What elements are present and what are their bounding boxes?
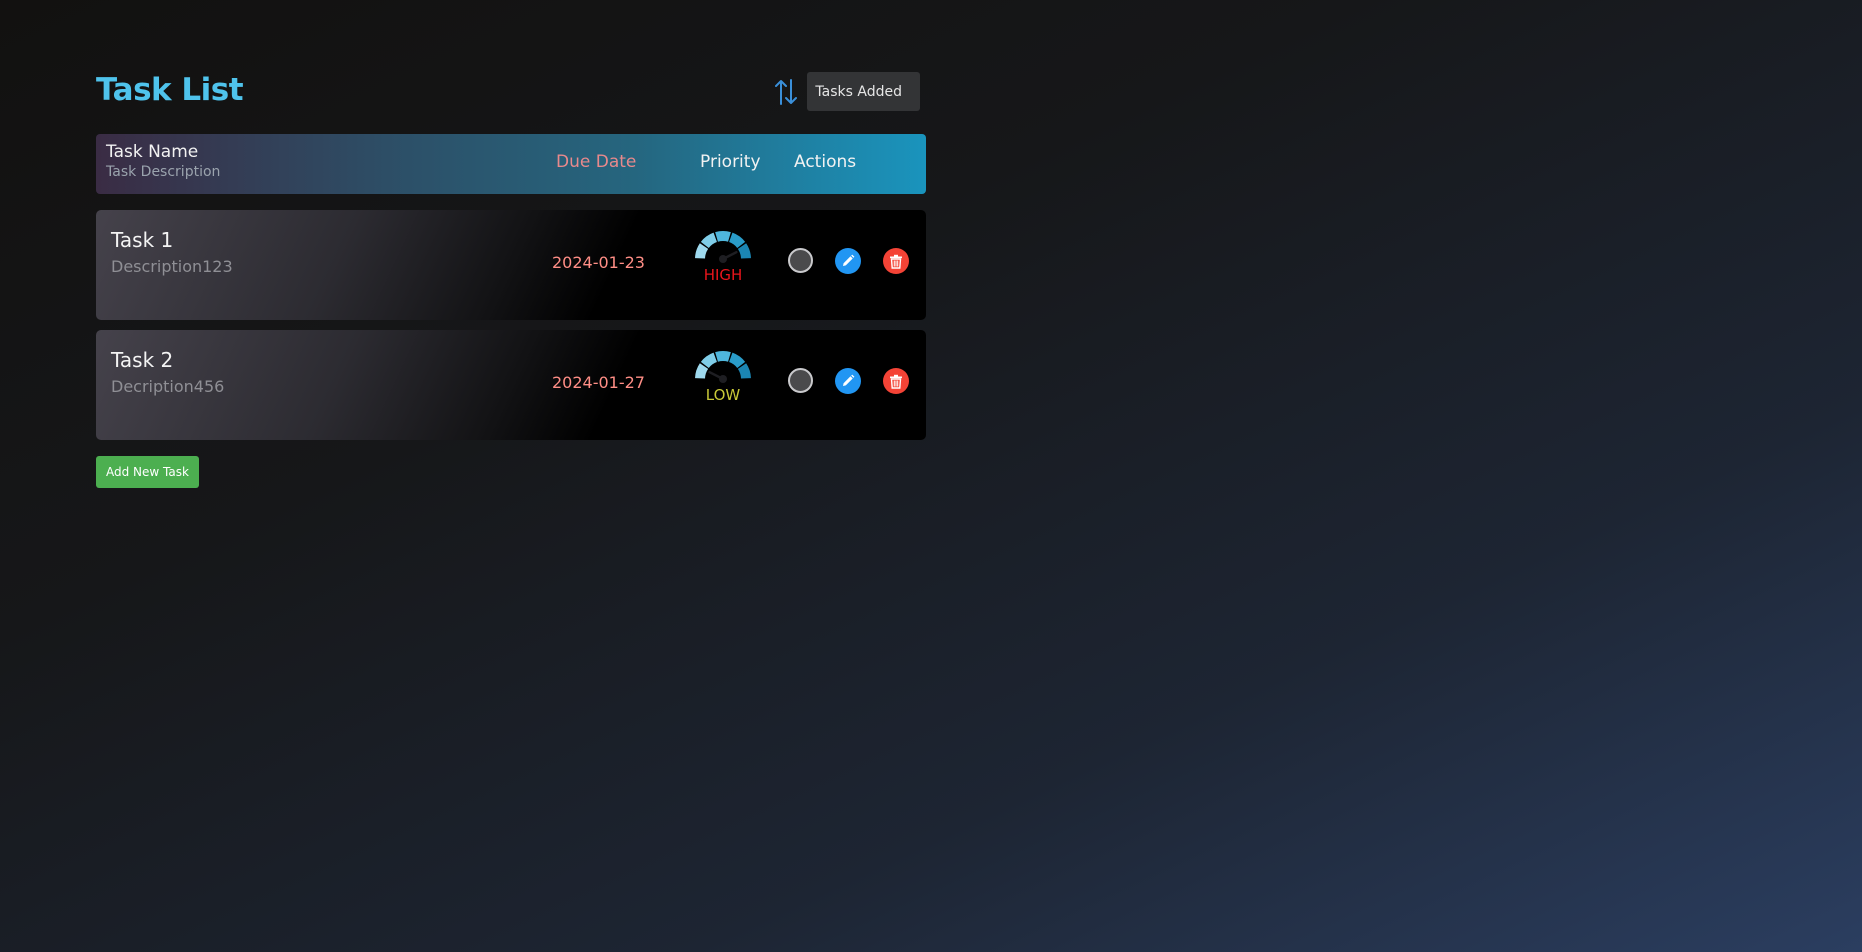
delete-button[interactable] — [883, 368, 909, 394]
task-description: Decription456 — [111, 377, 225, 396]
priority-gauge: LOW — [691, 350, 755, 404]
header-due-date: Due Date — [556, 152, 637, 172]
gauge-icon — [695, 231, 751, 263]
complete-toggle[interactable] — [788, 368, 813, 393]
header-actions: Actions — [794, 152, 857, 172]
pencil-icon — [843, 254, 855, 266]
delete-button[interactable] — [883, 248, 909, 274]
add-new-task-button[interactable]: Add New Task — [96, 456, 199, 488]
task-row: Task 2 Decription456 2024-01-27 LOW — [96, 330, 926, 440]
gauge-icon — [695, 351, 751, 383]
task-app: Task List Tasks Added Task Name Task Des… — [96, 68, 926, 488]
sort-controls: Tasks Added — [773, 72, 920, 111]
sort-arrows-icon[interactable] — [773, 77, 799, 107]
gauge-segment — [715, 351, 731, 362]
table-header: Task Name Task Description Due Date Prio… — [96, 134, 926, 194]
trash-icon — [890, 374, 902, 389]
edit-button[interactable] — [835, 368, 861, 394]
header-priority: Priority — [700, 152, 761, 172]
top-bar: Task List Tasks Added — [96, 68, 926, 116]
task-due-date: 2024-01-27 — [552, 373, 645, 392]
gauge-hub — [719, 255, 727, 263]
task-name: Task 2 — [111, 348, 174, 372]
header-name-column: Task Name Task Description — [106, 142, 220, 180]
trash-icon — [890, 254, 902, 269]
page-title: Task List — [96, 72, 244, 108]
task-name: Task 1 — [111, 228, 174, 252]
gauge-hub — [719, 375, 727, 383]
pencil-icon — [843, 374, 855, 386]
task-row: Task 1 Description123 2024-01-23 HIGH — [96, 210, 926, 320]
priority-gauge: HIGH — [691, 230, 755, 284]
gauge-segment — [715, 231, 731, 242]
priority-label: LOW — [705, 386, 741, 404]
header-task-name: Task Name — [106, 142, 199, 162]
task-due-date: 2024-01-23 — [552, 253, 645, 272]
complete-toggle[interactable] — [788, 248, 813, 273]
priority-label: HIGH — [703, 266, 743, 284]
header-task-description: Task Description — [106, 164, 221, 180]
task-list: Task 1 Description123 2024-01-23 HIGH Ta… — [96, 210, 926, 440]
edit-button[interactable] — [835, 248, 861, 274]
sort-select[interactable]: Tasks Added — [807, 72, 920, 111]
task-description: Description123 — [111, 257, 233, 276]
